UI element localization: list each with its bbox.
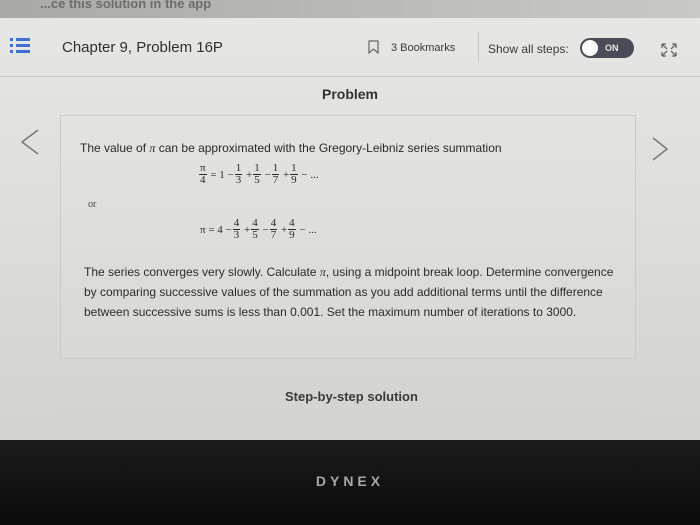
term-sign: − (264, 168, 271, 181)
problem-paragraph: The series converges very slowly. Calcul… (84, 262, 629, 322)
chapter-title: Chapter 9, Problem 16P (62, 39, 223, 56)
lhs-pi: π (200, 223, 206, 236)
top-banner-cut: ...ce this solution in the app (0, 0, 700, 18)
term-fraction: 19 (290, 163, 298, 186)
term-denominator: 7 (270, 229, 277, 241)
term-sign: + (282, 168, 290, 181)
next-arrow-icon[interactable] (650, 136, 670, 162)
equation-pi-over-4: π4 = 1 −1 3 +1 5 −1 7 +1 9 − ... (198, 163, 319, 186)
top-banner-text: ...ce this solution in the app (40, 0, 212, 11)
term-sign: − (225, 223, 232, 236)
screen: ...ce this solution in the app Chapter 9… (0, 0, 700, 440)
list-icon[interactable] (10, 38, 30, 54)
lhs-fraction: π4 (199, 163, 207, 186)
show-all-steps-label: Show all steps: (488, 42, 569, 56)
section-title: Problem (321, 86, 378, 102)
equals-sign: = (208, 223, 215, 236)
show-all-steps-toggle[interactable]: ON (580, 38, 634, 58)
step-by-step-solution-link[interactable]: Step-by-step solution (285, 389, 418, 404)
term-fraction: 13 (234, 163, 243, 186)
term-sign: + (244, 223, 251, 236)
previous-arrow-icon[interactable] (18, 128, 42, 156)
term-denominator: 5 (252, 229, 258, 241)
term-sign: − (299, 223, 306, 236)
term-fraction: 45 (251, 218, 259, 241)
first-term: 1 (219, 168, 225, 181)
expand-icon[interactable] (660, 42, 678, 58)
term-list: −4 3 +4 5 −4 7 +4 9 − (225, 218, 309, 241)
monitor-brand-logo: DYNEX (315, 473, 385, 489)
intro-prefix: The value of (80, 141, 150, 155)
equals-sign: = (210, 168, 217, 181)
term-sign: + (246, 168, 253, 181)
paragraph-part-a: The series converges very slowly. Calcul… (84, 265, 320, 279)
intro-suffix: can be approximated with the Gregory-Lei… (155, 141, 502, 155)
header: Chapter 9, Problem 16P 3 Bookmarks Show … (0, 20, 700, 77)
or-label: or (88, 199, 97, 210)
term-denominator: 9 (289, 229, 295, 241)
header-divider (478, 32, 479, 62)
equation-pi: π = 4 −4 3 +4 5 −4 7 +4 9 − ... (200, 218, 317, 241)
lhs-denominator: 4 (200, 174, 206, 186)
bookmarks-button[interactable]: 3 Bookmarks (391, 42, 455, 54)
bookmark-icon[interactable] (368, 40, 379, 54)
term-fraction: 43 (232, 218, 241, 241)
term-denominator: 9 (291, 174, 297, 186)
term-denominator: 3 (235, 174, 242, 186)
term-list: −1 3 +1 5 −1 7 +1 9 − (227, 163, 311, 186)
term-sign: − (301, 168, 308, 181)
step-divider (60, 409, 634, 410)
ellipsis: ... (308, 223, 317, 236)
term-denominator: 3 (233, 229, 240, 241)
term-fraction: 17 (271, 163, 280, 186)
term-fraction: 47 (269, 218, 278, 241)
toggle-knob (582, 40, 598, 56)
term-fraction: 15 (253, 163, 261, 186)
problem-intro: The value of π can be approximated with … (80, 141, 502, 156)
term-sign: − (262, 223, 269, 236)
term-denominator: 7 (272, 174, 279, 186)
first-term: 4 (217, 223, 223, 236)
term-sign: + (280, 223, 288, 236)
term-fraction: 49 (288, 218, 296, 241)
ellipsis: ... (310, 168, 319, 181)
toggle-state-label: ON (605, 43, 619, 53)
term-sign: − (227, 168, 234, 181)
term-denominator: 5 (254, 174, 260, 186)
